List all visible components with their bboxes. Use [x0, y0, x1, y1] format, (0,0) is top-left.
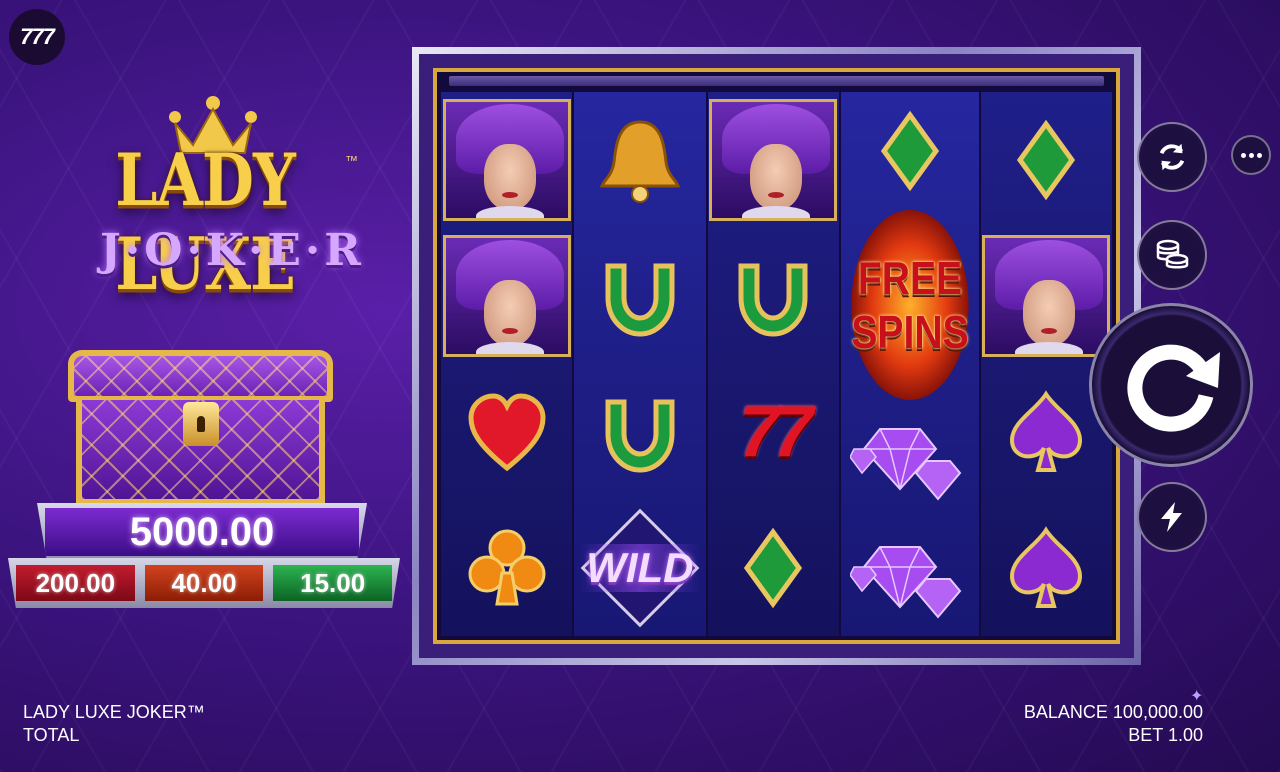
reel-cell [441, 228, 572, 364]
reel-cell [441, 364, 572, 500]
reel-cell [841, 400, 979, 518]
reel-cell [981, 228, 1112, 364]
more-dots-icon [1240, 152, 1246, 158]
jackpot-minor-value: 40.00 [144, 565, 264, 601]
lightning-icon [1161, 502, 1182, 532]
coins-icon [1156, 239, 1189, 269]
reel-cell [708, 228, 839, 364]
jackpot-tiers: 200.00 40.00 15.00 [8, 558, 400, 608]
jackpot-grand-value: 5000.00 [45, 508, 359, 556]
game-info: LADY LUXE JOKER™ TOTAL [23, 701, 205, 747]
reel-cell [708, 92, 839, 228]
logo-trademark: ™ [345, 153, 358, 168]
gems-icon [849, 428, 962, 501]
spin-button[interactable] [1089, 303, 1253, 467]
reel-2: WILD [574, 92, 706, 636]
seven-symbol: 77 [739, 392, 813, 472]
autoplay-button[interactable] [1137, 122, 1207, 192]
wild-label: WILD [580, 544, 700, 592]
reel-cell [981, 92, 1112, 228]
reels-top-bar [449, 76, 1104, 86]
game-title: LADY LUXE JOKER™ [23, 702, 205, 722]
reel-cell [841, 92, 979, 210]
chest-lid [68, 350, 333, 402]
reel-cell: WILD [574, 500, 705, 636]
reel-cell [574, 228, 705, 364]
reel-1 [441, 92, 573, 636]
free-spins-symbol: FREE SPINS [851, 210, 968, 400]
jester-symbol [709, 99, 838, 221]
bell-icon [599, 120, 680, 203]
jester-symbol [442, 99, 571, 221]
reel-cell [441, 92, 572, 228]
diamond-suit-icon [880, 110, 939, 192]
spin-arrow-icon [1127, 344, 1220, 432]
reels-frame: WILD 77 FREE SPINS [412, 47, 1141, 665]
horseshoe-icon [738, 263, 808, 337]
reel-cell [841, 518, 979, 636]
turbo-button[interactable] [1137, 482, 1207, 552]
wallet-info: BALANCE 100,000.00 BET 1.00 [1024, 701, 1203, 747]
reel-3: 77 [707, 92, 839, 636]
bet-display: BET 1.00 [1128, 725, 1203, 745]
club-icon [468, 529, 546, 606]
free-spins-label-line2: SPINS [851, 306, 969, 358]
heart-icon [468, 393, 546, 472]
reel-4: FREE SPINS [840, 92, 979, 636]
lock-icon [183, 402, 219, 446]
menu-button[interactable] [1231, 135, 1271, 175]
diamond-suit-icon [1017, 119, 1076, 201]
diamond-suit-icon [744, 527, 803, 609]
reel-cell [441, 500, 572, 636]
treasure-chest [68, 350, 333, 505]
refresh-icon [1159, 143, 1185, 171]
reel-cell: 77 [708, 364, 839, 500]
game-provider-badge[interactable]: 777 [9, 9, 65, 65]
horseshoe-icon [605, 399, 675, 473]
spade-icon [1010, 390, 1083, 472]
free-spins-label-line1: FREE [857, 252, 962, 304]
jester-symbol [982, 235, 1111, 357]
horseshoe-icon [605, 263, 675, 337]
logo-title-line1: LADY LUXE [115, 139, 296, 307]
reel-cell [574, 364, 705, 500]
logo-title-line2: J·O·K·E·R [100, 225, 365, 276]
jackpot-major-value: 200.00 [16, 565, 135, 601]
reel-cell [574, 92, 705, 228]
total-label: TOTAL [23, 725, 80, 745]
reel-cell [708, 500, 839, 636]
reels-grid: WILD 77 FREE SPINS [441, 92, 1112, 636]
game-logo: LADY LUXE ™ J·O·K·E·R [55, 95, 365, 307]
reel-cell: FREE SPINS [841, 210, 979, 400]
bet-button[interactable] [1137, 220, 1207, 290]
jackpot-grand: 5000.00 [37, 503, 367, 561]
gems-icon [849, 546, 962, 619]
wild-symbol: WILD [580, 508, 700, 628]
reel-cell [981, 500, 1112, 636]
jackpot-mini-value: 15.00 [273, 565, 393, 601]
jester-symbol [442, 235, 571, 357]
spade-icon [1010, 526, 1083, 608]
balance-display: BALANCE 100,000.00 [1023, 702, 1203, 722]
